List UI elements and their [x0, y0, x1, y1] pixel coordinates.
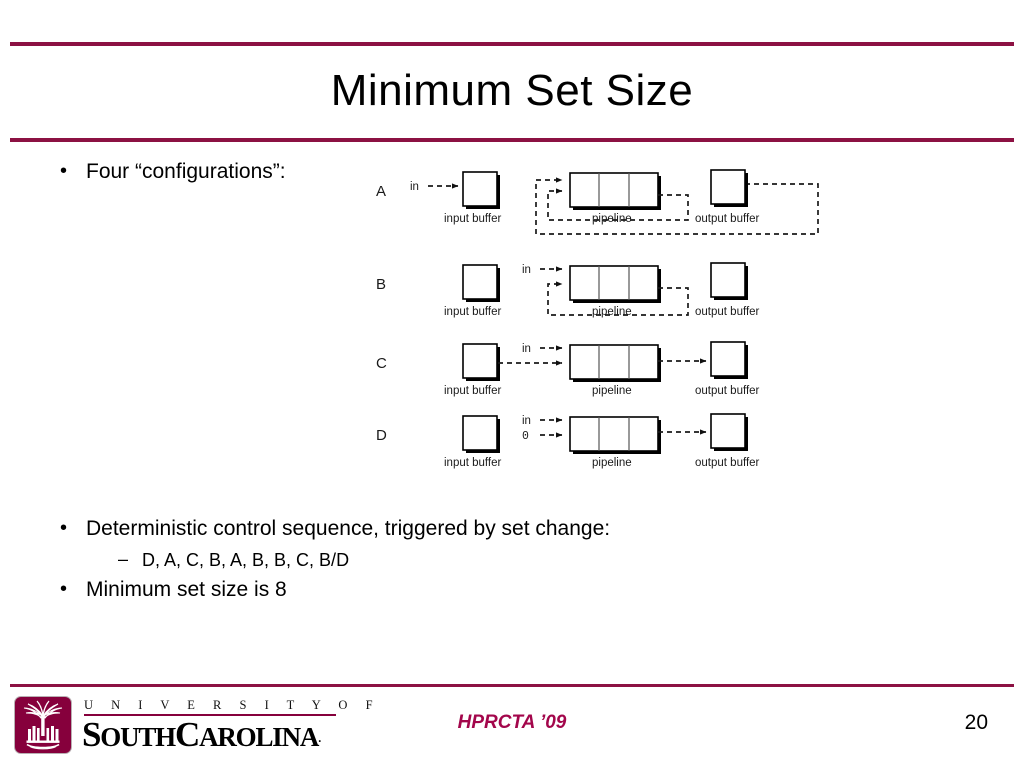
- row-d-pipeline: [569, 416, 659, 452]
- bullet-marker: •: [60, 160, 68, 182]
- row-c-pipeline: [569, 344, 659, 380]
- header-bottom-rule: [10, 138, 1014, 142]
- bullet-minimum-set-size-label: Minimum set size is 8: [86, 578, 287, 601]
- bullet-four-configurations-label: Four “configurations”:: [86, 160, 286, 183]
- footer-rule: [10, 684, 1014, 687]
- row-c-input-buffer: [462, 343, 498, 379]
- row-a-output-buffer-caption: output buffer: [695, 213, 760, 225]
- row-d-output-buffer: [710, 413, 746, 449]
- page-title: Minimum Set Size: [330, 66, 694, 115]
- bullet-deterministic-sequence: • Deterministic control sequence, trigge…: [60, 517, 611, 540]
- configurations-diagram: A in input buffer pipeline output buffer…: [370, 160, 840, 470]
- row-b-output-buffer-caption: output buffer: [695, 306, 760, 318]
- row-d-zero-label: 0: [522, 430, 529, 443]
- bullet-minimum-set-size: • Minimum set size is 8: [60, 578, 287, 601]
- sub-bullet-marker: –: [118, 549, 129, 569]
- row-b-pipeline: [569, 265, 659, 301]
- row-d-pipeline-caption: pipeline: [592, 457, 632, 469]
- row-letter-a: A: [376, 183, 386, 200]
- row-c-output-buffer: [710, 341, 746, 377]
- sub-bullet-sequence-label: D, A, C, B, A, B, B, C, B/D: [142, 550, 350, 570]
- row-d-output-buffer-caption: output buffer: [695, 457, 760, 469]
- page-number: 20: [964, 711, 988, 734]
- bullet-marker: •: [60, 578, 68, 600]
- header-top-rule: [10, 42, 1014, 46]
- row-c-output-buffer-caption: output buffer: [695, 385, 760, 397]
- row-a-output-buffer: [710, 169, 746, 205]
- row-c-pipeline-caption: pipeline: [592, 385, 632, 397]
- row-c-input-buffer-caption: input buffer: [444, 385, 502, 397]
- row-a-in-label: in: [410, 181, 419, 193]
- bullet-deterministic-sequence-label: Deterministic control sequence, triggere…: [86, 517, 611, 540]
- row-a-input-buffer: [462, 171, 498, 207]
- logo-university-line: U N I V E R S I T Y O F: [84, 698, 381, 712]
- row-b-in-label: in: [522, 264, 531, 276]
- row-b-input-buffer-caption: input buffer: [444, 306, 502, 318]
- conference-name: HPRCTA ’09: [457, 712, 567, 733]
- row-a-input-buffer-caption: input buffer: [444, 213, 502, 225]
- bullet-marker: •: [60, 517, 68, 539]
- row-d-input-buffer-caption: input buffer: [444, 457, 502, 469]
- row-b-output-buffer: [710, 262, 746, 298]
- row-letter-c: C: [376, 355, 387, 372]
- sub-bullet-sequence: – D, A, C, B, A, B, B, C, B/D: [118, 550, 349, 571]
- bullet-four-configurations: • Four “configurations”:: [60, 160, 286, 183]
- row-letter-d: D: [376, 427, 387, 444]
- row-d-input-buffer: [462, 415, 498, 451]
- row-letter-b: B: [376, 276, 386, 293]
- row-b-input-buffer: [462, 264, 498, 300]
- row-b-pipeline-caption: pipeline: [592, 306, 632, 318]
- row-d-in-label: in: [522, 415, 531, 427]
- row-c-in-label: in: [522, 343, 531, 355]
- row-a-pipeline-caption: pipeline: [592, 213, 632, 225]
- row-a-pipeline: [569, 172, 659, 208]
